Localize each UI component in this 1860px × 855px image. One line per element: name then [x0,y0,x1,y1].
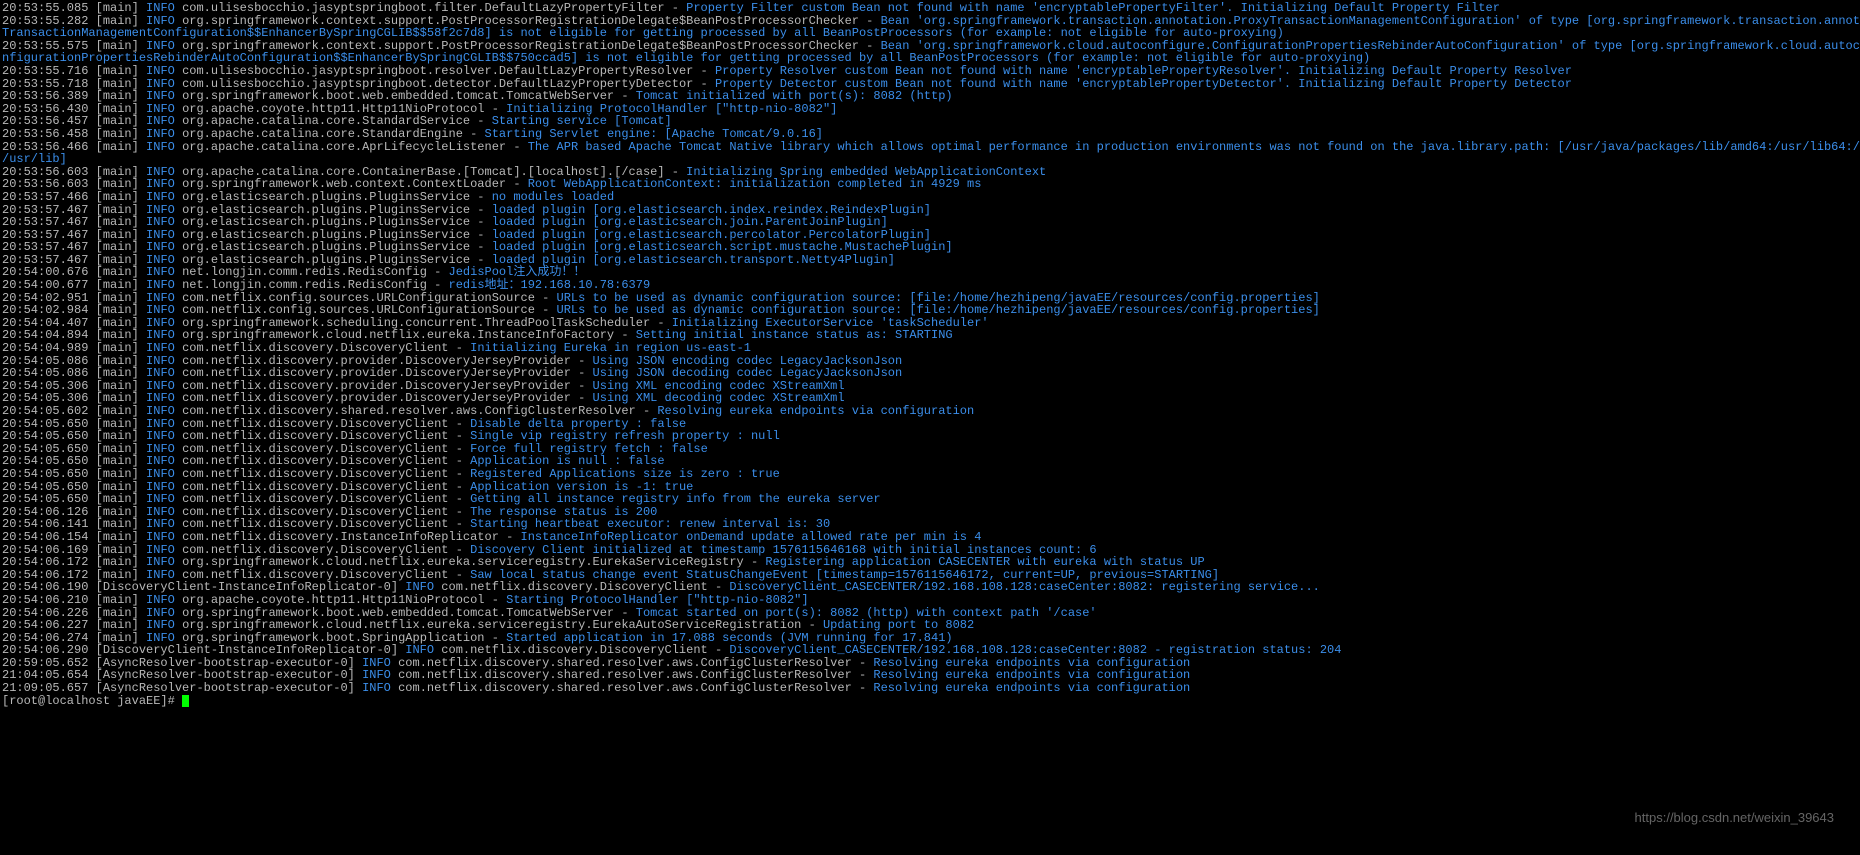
terminal-output[interactable]: 20:53:55.085 [main] INFO com.ulisesbocch… [2,2,1860,707]
log-level: INFO [146,140,175,154]
shell-prompt-line[interactable]: [root@localhost javaEE]# [2,695,1860,708]
log-logger: com.netflix.discovery.shared.resolver.aw… [398,681,852,695]
log-thread: [main] [96,140,139,154]
log-line: 21:09:05.657 [AsyncResolver-bootstrap-ex… [2,682,1860,695]
cursor-icon [182,695,189,707]
log-msg: Resolving eureka endpoints via configura… [657,404,974,418]
watermark-text: https://blog.csdn.net/weixin_39643 [1635,812,1834,825]
log-line: 20:53:56.466 [main] INFO org.apache.cata… [2,141,1860,154]
log-msg: DiscoveryClient_CASECENTER/192.168.108.1… [729,580,1320,594]
shell-prompt: [root@localhost javaEE]# [2,694,182,708]
log-msg: The APR based Apache Tomcat Native libra… [528,140,1860,154]
log-msg: Resolving eureka endpoints via configura… [873,681,1190,695]
log-logger: org.apache.catalina.core.AprLifecycleLis… [182,140,506,154]
log-level: INFO [362,681,391,695]
